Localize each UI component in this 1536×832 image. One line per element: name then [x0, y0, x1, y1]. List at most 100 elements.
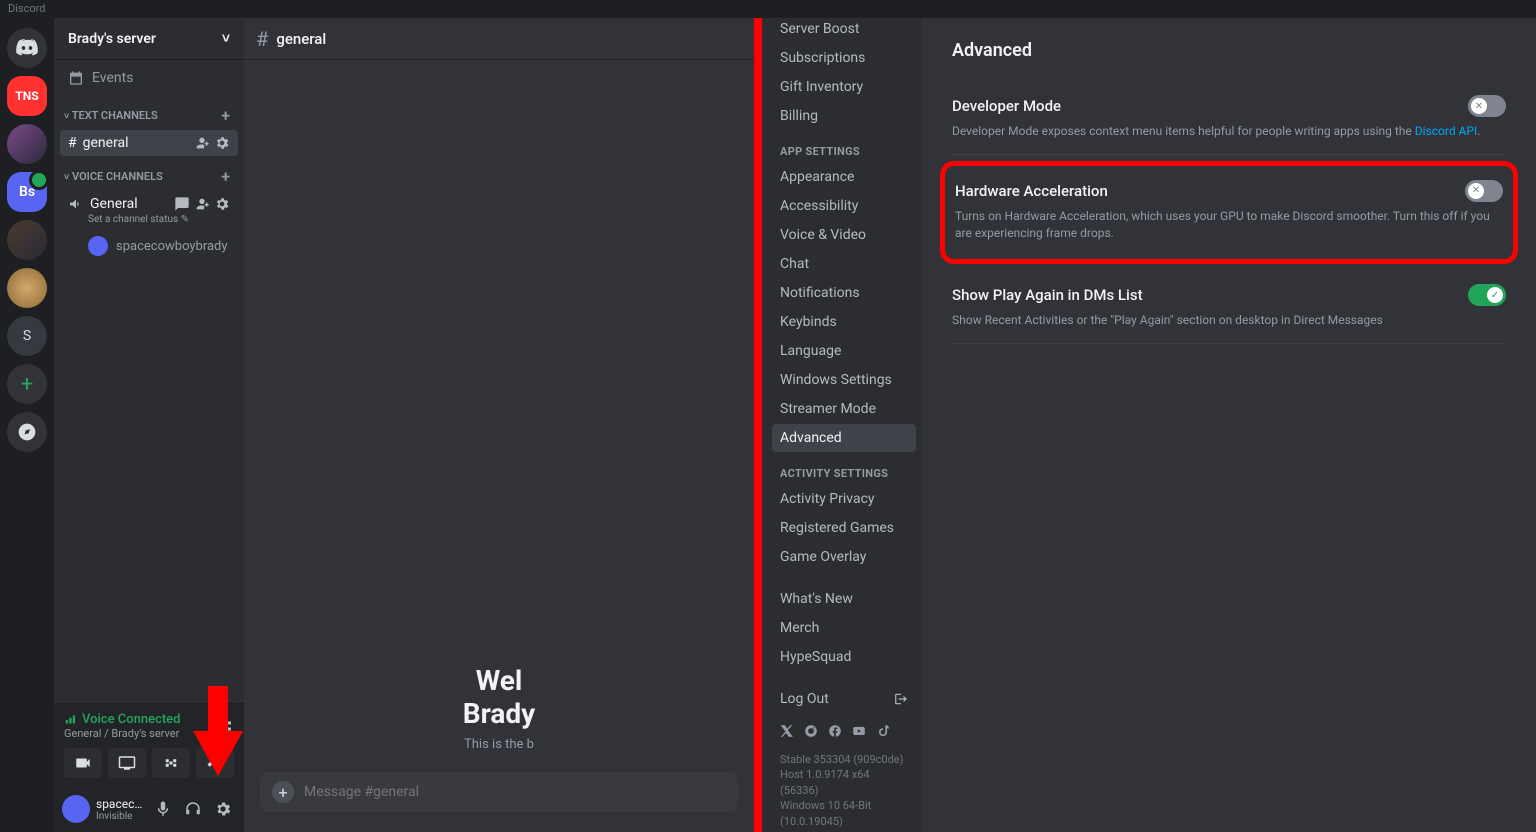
discord-home-button[interactable]: [7, 28, 47, 68]
hardware-acceleration-toggle[interactable]: ✕: [1465, 180, 1503, 202]
speaker-icon: [68, 196, 84, 212]
screen-share-button[interactable]: [108, 748, 146, 778]
nav-activity-settings-header: ACTIVITY SETTINGS: [772, 453, 916, 484]
nav-gift-inventory[interactable]: Gift Inventory: [772, 73, 916, 101]
nav-advanced[interactable]: Advanced: [772, 424, 916, 452]
setting-desc: Turns on Hardware Acceleration, which us…: [955, 208, 1503, 242]
instagram-icon[interactable]: [804, 724, 818, 738]
annotation-highlight: Hardware Acceleration ✕ Turns on Hardwar…: [940, 161, 1518, 265]
server-s[interactable]: S: [7, 316, 47, 356]
voice-channel-general[interactable]: General Set a channel status ✎: [60, 191, 238, 230]
annotation-divider: [754, 0, 762, 832]
nav-registered-games[interactable]: Registered Games: [772, 514, 916, 542]
server-name: Brady's server: [68, 31, 156, 47]
nav-notifications[interactable]: Notifications: [772, 279, 916, 307]
title-bar: Discord: [0, 0, 1536, 18]
nav-chat[interactable]: Chat: [772, 250, 916, 278]
nav-hypesquad[interactable]: HypeSquad: [772, 643, 916, 671]
server-item-3[interactable]: [7, 124, 47, 164]
text-channels-header[interactable]: ˅ TEXT CHANNELS +: [54, 96, 244, 129]
voice-connection-panel: Voice Connected General / Brady's server: [54, 703, 244, 786]
disconnect-button[interactable]: [196, 748, 234, 778]
server-tns[interactable]: TNS: [7, 76, 47, 116]
x-twitter-icon[interactable]: [780, 724, 794, 738]
invite-icon[interactable]: [194, 135, 210, 151]
invite-icon[interactable]: [194, 196, 210, 212]
channel-sidebar: Brady's server ˅ Events ˅ TEXT CHANNELS …: [54, 18, 244, 832]
nav-game-overlay[interactable]: Game Overlay: [772, 543, 916, 571]
voice-channel-name: General: [90, 196, 138, 212]
user-avatar[interactable]: [62, 795, 90, 823]
nav-server-boost[interactable]: Server Boost: [772, 15, 916, 43]
attach-button[interactable]: +: [272, 781, 294, 803]
voice-status-prompt[interactable]: Set a channel status ✎: [68, 214, 189, 225]
calendar-icon: [68, 70, 84, 86]
soundboard-icon[interactable]: [216, 717, 234, 735]
play-again-toggle[interactable]: ✓: [1468, 284, 1506, 306]
setting-label: Developer Mode: [952, 97, 1061, 115]
chat-channel-name: general: [276, 30, 326, 48]
gear-icon[interactable]: [214, 196, 230, 212]
tiktok-icon[interactable]: [876, 724, 890, 738]
server-bradys-server[interactable]: Bs: [7, 172, 47, 212]
hash-icon: #: [68, 135, 77, 151]
user-status: Invisible: [96, 811, 144, 822]
server-header[interactable]: Brady's server ˅: [54, 18, 244, 60]
add-voice-channel-button[interactable]: +: [221, 167, 230, 186]
chat-body: Wel Brady This is the b: [244, 60, 754, 772]
logout-icon: [894, 692, 908, 706]
nav-merch[interactable]: Merch: [772, 614, 916, 642]
server-item-5[interactable]: [7, 220, 47, 260]
user-settings-button[interactable]: [210, 796, 236, 822]
voice-channels-header[interactable]: ˅ VOICE CHANNELS +: [54, 157, 244, 190]
nav-streamer-mode[interactable]: Streamer Mode: [772, 395, 916, 423]
youtube-icon[interactable]: [852, 724, 866, 738]
voice-sub: General / Brady's server: [64, 727, 180, 740]
message-input[interactable]: [304, 784, 726, 800]
developer-mode-toggle[interactable]: ✕: [1468, 95, 1506, 117]
user-panel: spacecow... Invisible: [54, 786, 244, 832]
server-rail: TNS Bs S +: [0, 18, 54, 832]
chat-area: # general Wel Brady This is the b +: [244, 18, 754, 832]
nav-voice-video[interactable]: Voice & Video: [772, 221, 916, 249]
server-item-6[interactable]: [7, 268, 47, 308]
setting-label: Show Play Again in DMs List: [952, 286, 1143, 304]
nav-subscriptions[interactable]: Subscriptions: [772, 44, 916, 72]
nav-logout[interactable]: Log Out: [772, 685, 916, 713]
nav-billing[interactable]: Billing: [772, 102, 916, 130]
user-info[interactable]: spacecow... Invisible: [96, 797, 144, 822]
chat-header: # general: [244, 18, 754, 60]
nav-appearance[interactable]: Appearance: [772, 163, 916, 191]
hash-icon: #: [256, 27, 268, 51]
nav-language[interactable]: Language: [772, 337, 916, 365]
add-server-button[interactable]: +: [7, 364, 47, 404]
gear-icon[interactable]: [214, 135, 230, 151]
activities-button[interactable]: [152, 748, 190, 778]
nav-whats-new[interactable]: What's New: [772, 585, 916, 613]
mute-button[interactable]: [150, 796, 176, 822]
message-input-container: +: [260, 772, 738, 812]
voice-channels-label: ˅ VOICE CHANNELS: [64, 170, 163, 183]
user-avatar-icon: [88, 236, 108, 256]
settings-title: Advanced: [952, 40, 1506, 61]
deafen-button[interactable]: [180, 796, 206, 822]
chat-icon[interactable]: [174, 196, 190, 212]
nav-accessibility[interactable]: Accessibility: [772, 192, 916, 220]
setting-desc: Show Recent Activities or the "Play Agai…: [952, 312, 1506, 329]
nav-activity-privacy[interactable]: Activity Privacy: [772, 485, 916, 513]
explore-servers-button[interactable]: [7, 412, 47, 452]
voice-user[interactable]: spacecowboybrady: [60, 232, 238, 260]
video-button[interactable]: [64, 748, 102, 778]
setting-play-again: Show Play Again in DMs List ✓ Show Recen…: [952, 270, 1506, 344]
channel-general[interactable]: # general: [60, 130, 238, 156]
events-button[interactable]: Events: [54, 60, 244, 96]
nav-windows-settings[interactable]: Windows Settings: [772, 366, 916, 394]
social-links: [772, 714, 916, 748]
welcome-sub: This is the b: [464, 737, 534, 752]
chevron-down-icon: ˅: [222, 30, 230, 47]
events-label: Events: [92, 70, 133, 86]
facebook-icon[interactable]: [828, 724, 842, 738]
discord-api-link[interactable]: Discord API: [1415, 124, 1477, 138]
nav-keybinds[interactable]: Keybinds: [772, 308, 916, 336]
add-text-channel-button[interactable]: +: [221, 106, 230, 125]
